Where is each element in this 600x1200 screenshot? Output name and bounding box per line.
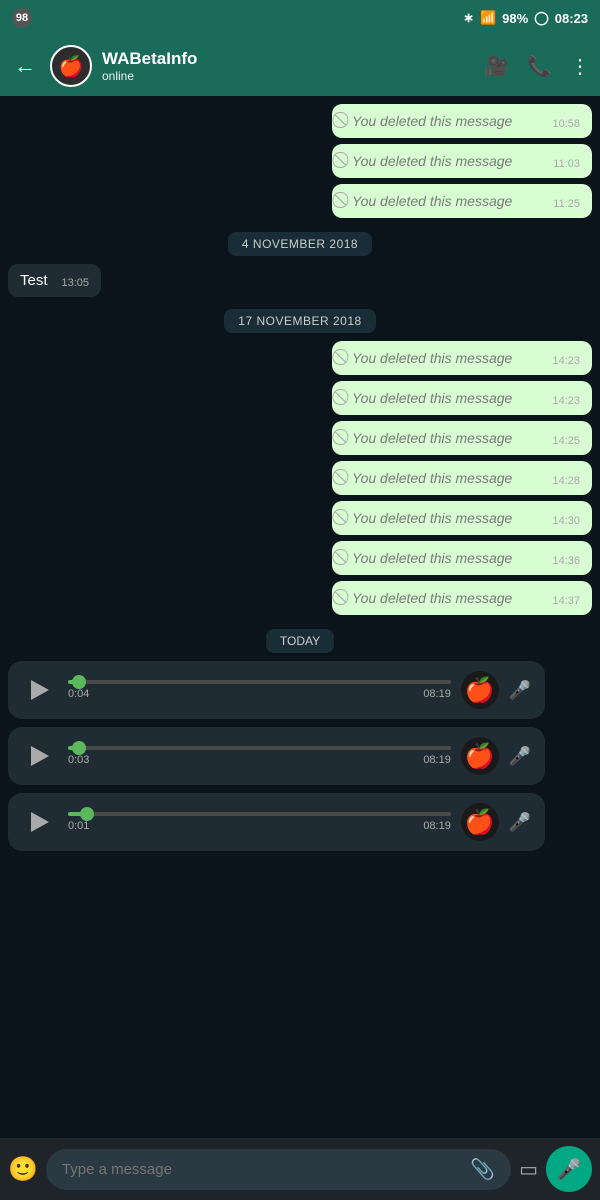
- contact-avatar: 🍎: [50, 45, 92, 87]
- message-time: 14:23: [552, 355, 580, 367]
- deleted-text: You deleted this message: [352, 113, 538, 129]
- voice-message-1: 0:04 08:19 🍎 🎤: [8, 661, 545, 719]
- voice-dot-2: [72, 741, 86, 755]
- message-time: 11:25: [553, 198, 580, 210]
- deleted-message: ⃠ You deleted this message 10:58: [332, 104, 592, 138]
- deleted-message: ⃠ You deleted this message 14:36: [332, 541, 592, 575]
- message-time: 14:30: [552, 515, 580, 527]
- voice-message-2: 0:03 08:19 🍎 🎤: [8, 727, 545, 785]
- voice-duration-1: 0:04: [68, 688, 89, 700]
- received-message: Test 13:05: [8, 264, 101, 297]
- message-time: 14:36: [552, 555, 580, 567]
- mic-icon-2: 🎤: [509, 746, 531, 767]
- attach-button[interactable]: 📎: [470, 1157, 495, 1182]
- play-button-3[interactable]: [22, 804, 58, 840]
- video-call-button[interactable]: 🎥: [484, 54, 509, 79]
- deleted-text: You deleted this message: [352, 350, 538, 366]
- message-time: 14:25: [552, 435, 580, 447]
- voice-timestamp-1: 08:19: [423, 688, 451, 700]
- notification-badge: 98: [12, 8, 32, 28]
- deleted-message: ⃠ You deleted this message 11:03: [332, 144, 592, 178]
- message-time: 14:23: [552, 395, 580, 407]
- status-bar: 98 ∗ 📶 98% ◯ 08:23: [0, 0, 600, 36]
- today-badge: TODAY: [266, 629, 334, 653]
- deleted-text: You deleted this message: [352, 510, 538, 526]
- mic-icon-1: 🎤: [509, 680, 531, 701]
- play-button-1[interactable]: [22, 672, 58, 708]
- record-audio-button[interactable]: 🎤: [546, 1146, 592, 1192]
- voice-sender-avatar-1: 🍎: [461, 671, 499, 709]
- message-input[interactable]: [62, 1161, 470, 1178]
- voice-times-1: 0:04 08:19: [68, 688, 451, 700]
- message-time: 13:05: [62, 277, 90, 289]
- message-time: 11:03: [553, 158, 580, 170]
- message-input-wrap: 📎: [46, 1149, 511, 1190]
- voice-track-1: [68, 680, 451, 684]
- more-options-button[interactable]: ⋮: [570, 54, 590, 79]
- contact-info: WABetaInfo online: [102, 49, 474, 83]
- waveform-3: 0:01 08:19: [68, 812, 451, 832]
- deleted-message: ⃠ You deleted this message 14:25: [332, 421, 592, 455]
- waveform-2: 0:03 08:19: [68, 746, 451, 766]
- time-display: 08:23: [555, 11, 588, 26]
- voice-times-2: 0:03 08:19: [68, 754, 451, 766]
- deleted-text: You deleted this message: [352, 193, 539, 209]
- voice-sender-avatar-2: 🍎: [461, 737, 499, 775]
- voice-dot-3: [80, 807, 94, 821]
- message-time: 14:37: [552, 595, 580, 607]
- deleted-text: You deleted this message: [352, 590, 538, 606]
- deleted-message: ⃠ You deleted this message 14:30: [332, 501, 592, 535]
- play-icon-3: [31, 812, 49, 832]
- input-bar: 🙂 📎 ▭ 🎤: [0, 1138, 600, 1200]
- voice-duration-3: 0:01: [68, 820, 89, 832]
- bluetooth-icon: 📶: [480, 10, 496, 26]
- play-icon-2: [31, 746, 49, 766]
- deleted-message: ⃠ You deleted this message 14:23: [332, 381, 592, 415]
- emoji-button[interactable]: 🙂: [8, 1155, 38, 1184]
- battery-icon: 98%: [502, 11, 528, 26]
- camera-button[interactable]: ▭: [519, 1157, 538, 1182]
- deleted-message: ⃠ You deleted this message 14:37: [332, 581, 592, 615]
- deleted-text: You deleted this message: [352, 430, 538, 446]
- message-time: 14:28: [552, 475, 580, 487]
- play-button-2[interactable]: [22, 738, 58, 774]
- deleted-text: You deleted this message: [352, 550, 538, 566]
- voice-sender-avatar-3: 🍎: [461, 803, 499, 841]
- chat-header: ← 🍎 WABetaInfo online 🎥 📞 ⋮: [0, 36, 600, 96]
- bluetooth-icon: ∗: [459, 10, 474, 26]
- deleted-message: ⃠ You deleted this message 14:23: [332, 341, 592, 375]
- voice-timestamp-2: 08:19: [423, 754, 451, 766]
- deleted-message: ⃠ You deleted this message 11:25: [332, 184, 592, 218]
- deleted-text: You deleted this message: [352, 390, 538, 406]
- voice-message-3: 0:01 08:19 🍎 🎤: [8, 793, 545, 851]
- play-icon-1: [31, 680, 49, 700]
- waveform-1: 0:04 08:19: [68, 680, 451, 700]
- header-actions: 🎥 📞 ⋮: [484, 54, 590, 79]
- voice-call-button[interactable]: 📞: [527, 54, 552, 79]
- chat-area: ⃠ You deleted this message 10:58 ⃠ You d…: [0, 96, 600, 1138]
- deleted-message: ⃠ You deleted this message 14:28: [332, 461, 592, 495]
- voice-timestamp-3: 08:19: [423, 820, 451, 832]
- back-button[interactable]: ←: [10, 49, 40, 83]
- mic-icon-3: 🎤: [509, 812, 531, 833]
- status-left: 98: [12, 8, 32, 28]
- deleted-text: You deleted this message: [352, 470, 538, 486]
- voice-duration-2: 0:03: [68, 754, 89, 766]
- voice-dot-1: [72, 675, 86, 689]
- date-badge-nov17: 17 NOVEMBER 2018: [224, 309, 375, 333]
- message-text: Test: [20, 272, 48, 289]
- microphone-icon: 🎤: [557, 1157, 582, 1182]
- message-time: 10:58: [552, 118, 580, 130]
- clock-icon: ◯: [534, 10, 549, 26]
- status-right: ∗ 📶 98% ◯ 08:23: [459, 10, 588, 26]
- date-badge-nov4: 4 NOVEMBER 2018: [228, 232, 372, 256]
- deleted-text: You deleted this message: [352, 153, 539, 169]
- contact-name: WABetaInfo: [102, 49, 474, 69]
- contact-status: online: [102, 69, 474, 83]
- voice-times-3: 0:01 08:19: [68, 820, 451, 832]
- voice-track-3: [68, 812, 451, 816]
- voice-track-2: [68, 746, 451, 750]
